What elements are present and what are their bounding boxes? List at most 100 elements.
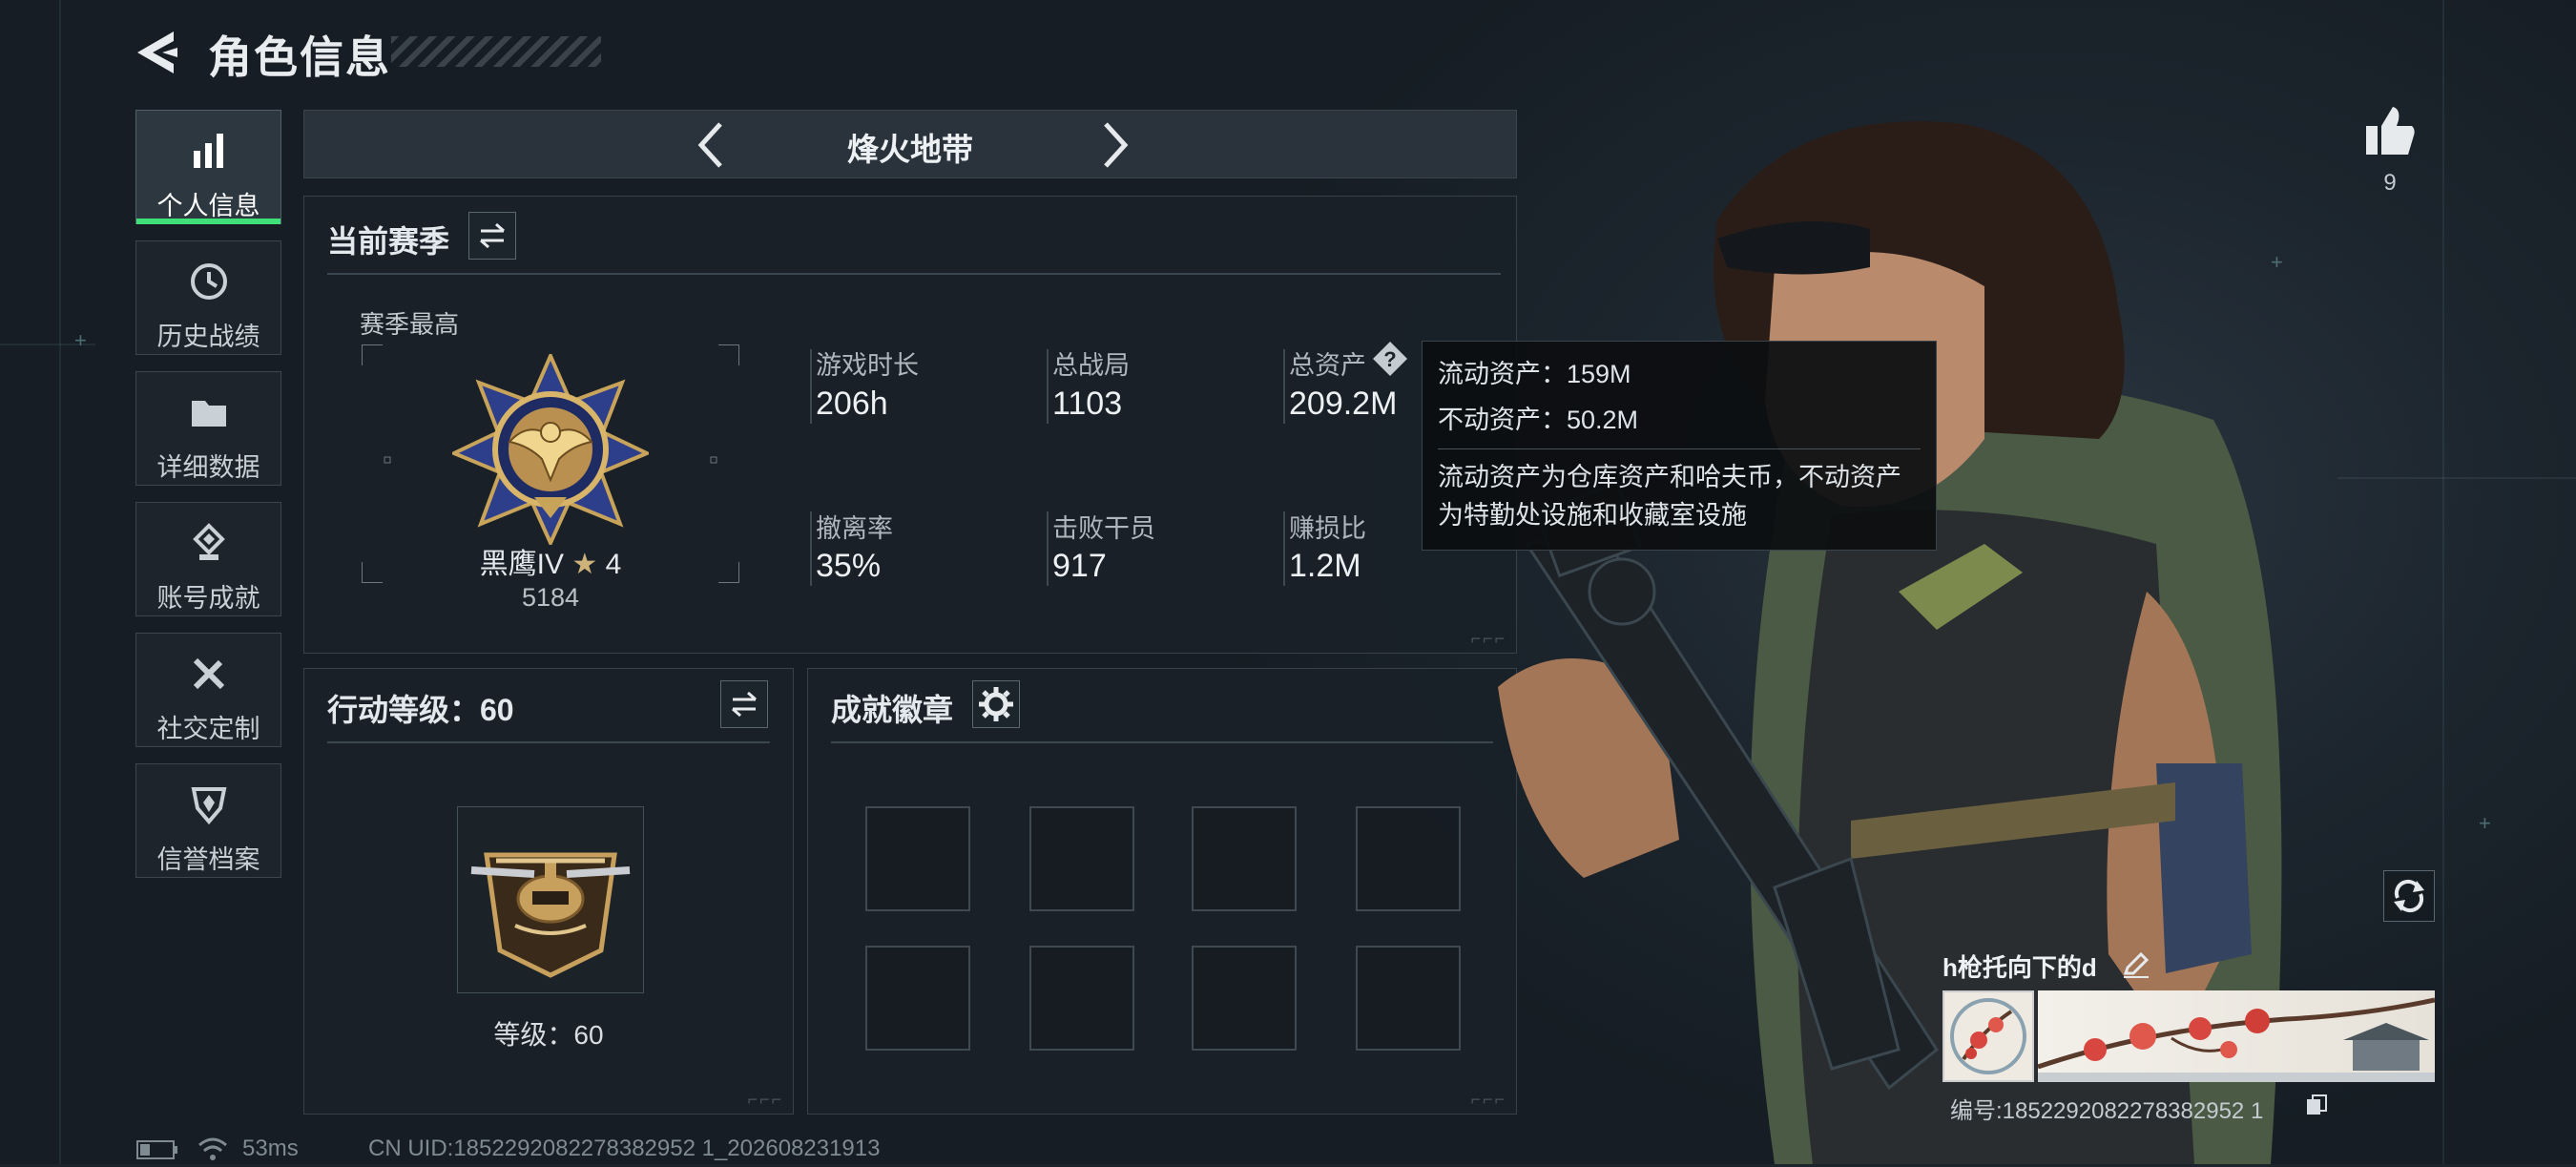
swap-icon <box>732 691 757 718</box>
back-arrow-icon <box>137 31 177 73</box>
stat-label-profit-loss: 赚损比 <box>1289 514 1366 543</box>
rank-stars: 4 <box>605 549 622 580</box>
action-level-panel: 行动等级：60 等级：60 ⌐⌐⌐ <box>303 668 794 1115</box>
refresh-button[interactable] <box>2383 870 2435 922</box>
player-avatar[interactable] <box>1942 990 2034 1082</box>
season-panel: 当前赛季 赛季最高 黑鹰IV ★ 4 5184 游戏时长 206h 总战局 11… <box>303 196 1517 654</box>
helicopter-level-emblem <box>470 852 631 978</box>
nav-item-label: 个人信息 <box>156 192 260 220</box>
tooltip-fixed-assets: 不动资产：50.2M <box>1438 406 1639 434</box>
nav-item-label: 社交定制 <box>156 715 260 743</box>
level-text: 等级：60 <box>493 1020 604 1050</box>
nav-item-label: 账号成就 <box>156 584 260 613</box>
wifi-icon <box>197 1136 229 1162</box>
badge-slot[interactable] <box>1356 946 1461 1051</box>
stat-value-extraction-rate: 35% <box>816 548 882 584</box>
stat-label-total-assets: 总资产 <box>1289 351 1366 380</box>
level-emblem-frame <box>457 806 644 993</box>
bar-chart-icon <box>193 134 223 168</box>
page-title: 角色信息 <box>208 32 391 82</box>
name-card-banner <box>2038 990 2435 1082</box>
assets-help-button[interactable]: ? <box>1371 340 1409 378</box>
nav-item-detail-data[interactable]: 详细数据 <box>135 371 281 486</box>
stat-divider <box>1283 349 1285 424</box>
stat-divider <box>810 349 812 424</box>
title-decoration <box>391 36 601 67</box>
tooltip-description-line2: 为特勤处设施和收藏室设施 <box>1438 501 1747 530</box>
divider <box>327 741 770 743</box>
panel-corner-decoration: ⌐⌐⌐ <box>747 1090 783 1109</box>
battery-icon <box>135 1139 181 1160</box>
stat-label-extraction-rate: 撤离率 <box>816 514 893 543</box>
season-best-label: 赛季最高 <box>360 310 460 339</box>
chevron-right-icon <box>1104 122 1129 168</box>
achievement-icon <box>192 523 225 560</box>
nav-item-label: 信誉档案 <box>156 845 260 874</box>
pencil-icon <box>2123 951 2150 978</box>
uid-text: CN UID:1852292082278382952 1_20260823191… <box>368 1136 881 1161</box>
hud-line <box>2337 477 2576 479</box>
nav-item-history[interactable]: 历史战绩 <box>135 240 281 355</box>
badge-slot[interactable] <box>1029 806 1134 911</box>
hud-cross-icon: + <box>2479 811 2491 835</box>
plum-blossom-banner-art <box>2038 997 2435 1082</box>
badge-slot[interactable] <box>1192 946 1297 1051</box>
edit-name-button[interactable] <box>2120 948 2152 981</box>
mode-switcher: 烽火地带 <box>303 110 1517 178</box>
badge-slot[interactable] <box>865 946 970 1051</box>
tooltip-divider <box>1438 448 1921 449</box>
thumbs-up-icon <box>2366 107 2415 155</box>
nav-item-profile[interactable]: 个人信息 <box>135 110 281 224</box>
rank-line: 黑鹰IV ★ 4 <box>362 540 739 582</box>
like-button[interactable] <box>2362 103 2418 158</box>
badges-title: 成就徽章 <box>831 693 954 727</box>
divider <box>831 741 1493 743</box>
next-mode-button[interactable] <box>1087 118 1140 172</box>
star-icon: ★ <box>571 549 598 580</box>
swap-icon <box>480 222 505 249</box>
badge-slot[interactable] <box>1192 806 1297 911</box>
badges-panel: 成就徽章 ⌐⌐⌐ <box>807 668 1517 1115</box>
badge-slot[interactable] <box>865 806 970 911</box>
season-switch-button[interactable] <box>468 212 516 260</box>
stat-divider <box>1047 511 1049 586</box>
svg-text:?: ? <box>1383 347 1396 371</box>
action-level-title: 行动等级：60 <box>327 693 514 727</box>
badges-settings-button[interactable] <box>972 680 1020 728</box>
stat-value-total-assets: 209.2M <box>1289 386 1398 422</box>
action-level-switch-button[interactable] <box>720 680 768 728</box>
refresh-icon <box>2394 879 2424 913</box>
rank-name: 黑鹰IV <box>479 549 565 580</box>
hud-line <box>2442 0 2444 1164</box>
stat-label-total-matches: 总战局 <box>1052 351 1130 380</box>
stat-value-play-time: 206h <box>816 386 888 422</box>
divider <box>327 273 1501 275</box>
player-id: 编号:1852292082278382952 1 <box>1950 1098 2264 1124</box>
stat-value-total-matches: 1103 <box>1052 386 1123 422</box>
copy-icon <box>2307 1094 2327 1115</box>
badge-slot[interactable] <box>1356 806 1461 911</box>
like-count: 9 <box>2383 170 2397 196</box>
stat-divider <box>1283 511 1285 586</box>
tooltip-liquid-assets: 流动资产：159M <box>1438 360 1631 388</box>
folder-icon <box>191 401 226 427</box>
hud-cross-icon: + <box>74 328 87 352</box>
nav-item-achievements[interactable]: 账号成就 <box>135 502 281 616</box>
stat-divider <box>810 511 812 586</box>
mode-name: 烽火地带 <box>847 132 973 167</box>
copy-id-button[interactable] <box>2303 1092 2330 1118</box>
nav-item-credit[interactable]: 信誉档案 <box>135 763 281 878</box>
badge-slot[interactable] <box>1029 946 1134 1051</box>
shield-icon <box>191 787 226 825</box>
nav-item-social[interactable]: 社交定制 <box>135 633 281 747</box>
hud-line <box>59 0 61 1164</box>
history-icon <box>190 263 227 300</box>
stat-label-kills: 击败干员 <box>1052 514 1155 543</box>
ping-text: 53ms <box>242 1136 299 1161</box>
back-button[interactable] <box>134 29 183 76</box>
nav-item-label: 历史战绩 <box>156 323 260 351</box>
black-hawk-rank-emblem <box>452 354 649 545</box>
season-title: 当前赛季 <box>327 224 450 259</box>
plum-blossom-avatar-icon <box>1950 998 2026 1074</box>
tooltip-description-line1: 流动资产为仓库资产和哈夫币，不动资产 <box>1438 463 1901 491</box>
